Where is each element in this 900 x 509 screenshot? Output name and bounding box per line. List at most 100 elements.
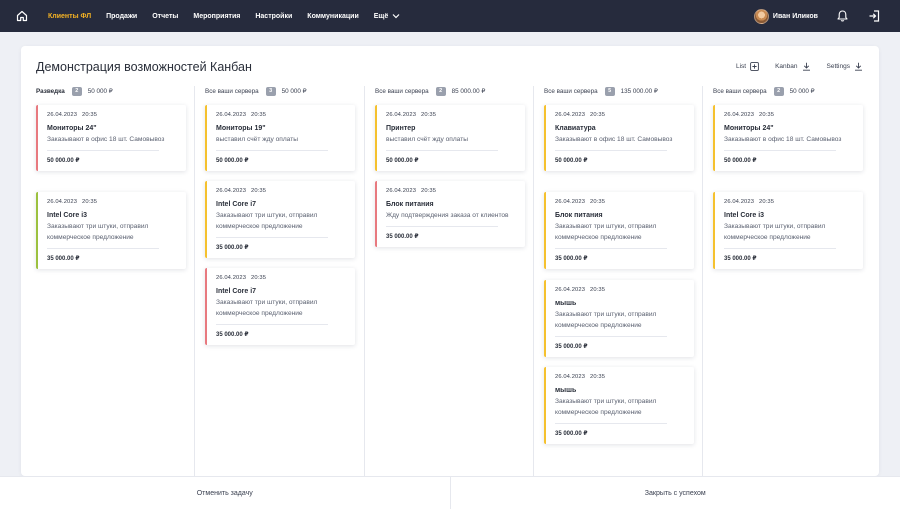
column-sum: 50 000 ₽: [281, 87, 307, 95]
card-title: мышь: [555, 387, 577, 394]
download-icon: [802, 62, 810, 71]
nav-item-events[interactable]: Мероприятия: [193, 13, 240, 20]
list-view-button[interactable]: List: [736, 62, 759, 71]
top-navbar: Клиенты ФЛ Продажи Отчеты Мероприятия На…: [0, 0, 900, 32]
column-header: Все ваши сервера 5 135 000.00 ₽: [544, 86, 658, 96]
card-divider: [216, 237, 328, 238]
column-sum: 85 000.00 ₽: [451, 87, 486, 95]
column-header: Все ваши сервера 3 50 000 ₽: [205, 86, 307, 96]
column-sum: 50 000 ₽: [789, 87, 815, 95]
card-title: Клавиатура: [555, 125, 596, 132]
card-datetime: 26.04.2023 20:35: [47, 112, 98, 118]
deal-card[interactable]: 26.04.2023 20:35 Принтер выставил счёт жд…: [375, 105, 525, 171]
card-title: Блок питания: [386, 201, 434, 208]
card-amount: 50 000.00 ₽: [555, 158, 588, 164]
card-amount: 35 000.00 ₽: [47, 256, 80, 262]
card-title: Блок питания: [555, 212, 603, 219]
card-datetime: 26.04.2023 20:35: [47, 199, 98, 205]
card-description: Заказывают три штуки, отправил коммерчес…: [555, 223, 657, 241]
deal-card[interactable]: 26.04.2023 20:35 Мониторы 24" Заказывают …: [36, 105, 186, 171]
user-name[interactable]: Иван Иликов: [773, 13, 818, 20]
nav-item-reports[interactable]: Отчеты: [152, 13, 178, 20]
nav-more-label: Ещё: [373, 12, 389, 20]
deal-card[interactable]: 26.04.2023 20:35 Мониторы 24" Заказывают …: [713, 105, 863, 171]
card-amount: 35 000.00 ₽: [724, 256, 757, 262]
card-divider: [47, 150, 159, 151]
column-divider: [364, 86, 365, 476]
deal-card[interactable]: 26.04.2023 20:35 Клавиатура Заказывают в …: [544, 105, 694, 171]
card-datetime: 26.04.2023 20:35: [216, 112, 267, 118]
card-divider: [386, 226, 498, 227]
kanban-board: Разведка 2 50 000 ₽ 26.04.2023 20:35 Мони…: [21, 86, 879, 476]
logout-icon[interactable]: [866, 8, 882, 24]
card-datetime: 26.04.2023 20:35: [724, 112, 775, 118]
card-divider: [555, 150, 667, 151]
deal-card[interactable]: 26.04.2023 20:35 мышь Заказывают три штук…: [544, 367, 694, 444]
action-footer: Отменить задачу Закрыть с успехом: [0, 476, 900, 509]
deal-card[interactable]: 26.04.2023 20:35 Блок питания Жду подтвер…: [375, 181, 525, 247]
card-divider: [216, 324, 328, 325]
card-datetime: 26.04.2023 20:35: [724, 199, 775, 205]
deal-card[interactable]: 26.04.2023 20:35 Intel Core i3 Заказывают…: [713, 192, 863, 269]
card-description: Жду подтверждения заказа от клиентов: [386, 212, 509, 219]
column-divider: [702, 86, 703, 476]
column-title: Все ваши сервера: [544, 87, 598, 95]
cancel-task-button[interactable]: Отменить задачу: [0, 477, 450, 509]
deal-card[interactable]: 26.04.2023 20:35 Intel Core i7 Заказывают…: [205, 268, 355, 345]
column-header: Все ваши сервера 2 50 000 ₽: [713, 86, 815, 96]
card-title: Intel Core i7: [216, 288, 257, 295]
card-datetime: 26.04.2023 20:35: [555, 112, 606, 118]
card-amount: 50 000.00 ₽: [724, 158, 757, 164]
card-datetime: 26.04.2023 20:35: [555, 199, 606, 205]
column-sum: 50 000 ₽: [87, 87, 113, 95]
column-divider: [533, 86, 534, 476]
card-description: Заказывают три штуки, отправил коммерчес…: [724, 223, 826, 241]
column-sum: 135 000.00 ₽: [620, 87, 658, 95]
card-amount: 35 000.00 ₽: [555, 344, 588, 350]
card-datetime: 26.04.2023 20:35: [555, 374, 606, 380]
card-amount: 35 000.00 ₽: [555, 431, 588, 437]
chevron-down-icon: [392, 14, 400, 19]
nav-item-communications[interactable]: Коммуникации: [307, 13, 358, 20]
card-amount: 50 000.00 ₽: [216, 158, 249, 164]
bell-icon[interactable]: [834, 8, 850, 24]
card-title: Принтер: [386, 125, 416, 132]
column-count-badge: 2: [773, 86, 784, 96]
nav-item-clients[interactable]: Клиенты ФЛ: [48, 13, 91, 20]
kanban-column: Все ваши сервера 3 50 000 ₽ 26.04.2023 20…: [205, 86, 360, 476]
card-datetime: 26.04.2023 20:35: [216, 275, 267, 281]
nav-more-menu[interactable]: Ещё: [374, 13, 400, 20]
kanban-column: Все ваши сервера 2 85 000.00 ₽ 26.04.202…: [375, 86, 530, 476]
card-description: Заказывают три штуки, отправил коммерчес…: [47, 223, 149, 241]
deal-card[interactable]: 26.04.2023 20:35 Мониторы 19" выставил сч…: [205, 105, 355, 171]
download-icon: [855, 62, 862, 71]
settings-view-button[interactable]: Settings: [827, 62, 864, 71]
nav-item-sales[interactable]: Продажи: [106, 13, 137, 20]
card-title: Мониторы 24": [724, 125, 774, 132]
close-success-button[interactable]: Закрыть с успехом: [451, 477, 900, 509]
card-amount: 35 000.00 ₽: [555, 256, 588, 262]
kanban-view-button[interactable]: Kanban: [775, 62, 810, 71]
kanban-panel: Демонстрация возможностей Канбан List Ka…: [21, 46, 879, 476]
nav-item-settings[interactable]: Настройки: [255, 13, 292, 20]
card-title: Intel Core i7: [216, 201, 257, 208]
deal-card[interactable]: 26.04.2023 20:35 Блок питания Заказывают …: [544, 192, 694, 269]
card-title: Intel Core i3: [724, 212, 765, 219]
deal-card[interactable]: 26.04.2023 20:35 Intel Core i3 Заказывают…: [36, 192, 186, 269]
deal-card[interactable]: 26.04.2023 20:35 мышь Заказывают три штук…: [544, 280, 694, 357]
card-title: Intel Core i3: [47, 212, 88, 219]
user-avatar[interactable]: [753, 8, 769, 24]
kanban-column: Разведка 2 50 000 ₽ 26.04.2023 20:35 Мони…: [36, 86, 191, 476]
card-title: Мониторы 24": [47, 125, 97, 132]
home-icon[interactable]: [14, 8, 30, 24]
column-title: Все ваши сервера: [375, 87, 429, 95]
column-count-badge: 2: [435, 86, 446, 96]
card-description: выставил счёт жду оплаты: [216, 136, 298, 143]
card-description: Заказывают три штуки, отправил коммерчес…: [555, 311, 657, 329]
card-datetime: 26.04.2023 20:35: [555, 287, 606, 293]
card-divider: [47, 248, 159, 249]
deal-card[interactable]: 26.04.2023 20:35 Intel Core i7 Заказывают…: [205, 181, 355, 258]
card-description: Заказывают три штуки, отправил коммерчес…: [216, 299, 318, 317]
column-count-badge: 2: [71, 86, 82, 96]
card-divider: [724, 150, 836, 151]
